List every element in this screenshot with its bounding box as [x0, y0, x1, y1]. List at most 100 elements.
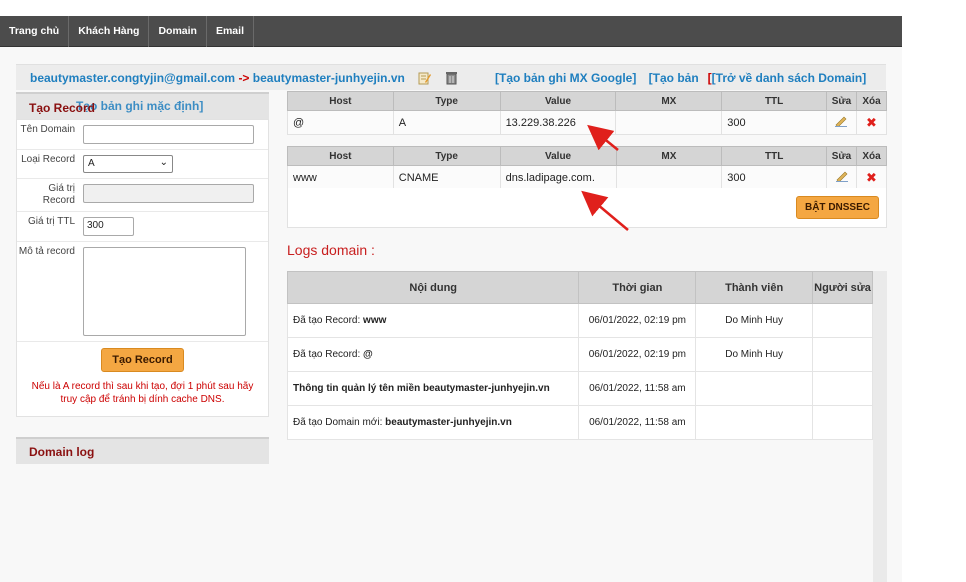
record-ttl: 300: [721, 110, 827, 135]
create-record-title: Tạo Record: [29, 101, 96, 115]
record-type-value: A: [88, 158, 95, 169]
col-type: Type: [392, 91, 501, 111]
domain-actions: [Tạo bản ghi MX Google] [Tạo bản [[Trở về…: [495, 71, 866, 85]
log-editor: [812, 337, 873, 372]
log-bold: Thông tin quản lý tên miền beautymaster-…: [293, 383, 550, 394]
log-time: 06/01/2022, 02:19 pm: [578, 303, 697, 338]
logs-title: Logs domain :: [287, 242, 375, 258]
table-row: www CNAME dns.ladipage.com. 300 ✖: [287, 165, 887, 190]
record-mx: [615, 110, 723, 135]
pencil-icon[interactable]: [834, 115, 848, 127]
record-type: CNAME: [392, 165, 501, 190]
col-mx: MX: [615, 146, 723, 166]
domain-name-input[interactable]: [83, 125, 254, 144]
domain-name-label: Tên Domain: [20, 124, 75, 135]
back-to-domain-list-link[interactable]: [Trở về danh sách Domain: [712, 71, 863, 85]
record-ttl: 300: [721, 165, 828, 190]
log-member: Do Minh Huy: [695, 303, 814, 338]
table-row: Đã tạo Record: @ 06/01/2022, 02:19 pm Do…: [286, 337, 873, 372]
row-record-value: Giá trị Record: [17, 179, 268, 212]
delete-cell: ✖: [856, 165, 887, 190]
record-value-input[interactable]: [83, 184, 254, 203]
log-content: Đã tạo Domain mới: beautymaster-junhyeji…: [286, 405, 580, 440]
logs-scrollbar[interactable]: [873, 271, 887, 582]
domain-log-header[interactable]: Domain log: [16, 437, 269, 464]
enable-dnssec-button[interactable]: BẬT DNSSEC: [795, 196, 879, 219]
log-bold: www: [363, 315, 387, 326]
back-link-close: ]: [862, 71, 867, 85]
edit-cell: [826, 110, 857, 135]
col-ttl: TTL: [721, 91, 827, 111]
delete-x-icon[interactable]: ✖: [866, 115, 877, 130]
col-value: Value: [499, 146, 617, 166]
row-domain-name: Tên Domain: [17, 120, 268, 150]
log-prefix: Đã tạo Domain mới:: [293, 417, 386, 428]
row-ttl: Giá trị TTL 300: [17, 212, 268, 242]
domain-header-bar: beautymaster.congtyjin@gmail.com -> beau…: [16, 64, 886, 90]
col-mx: MX: [615, 91, 723, 111]
record-host: @: [287, 110, 394, 135]
log-prefix: Đã tạo Record:: [293, 315, 364, 326]
breadcrumb-arrow: ->: [238, 71, 250, 85]
col-ttl: TTL: [721, 146, 828, 166]
col-delete: Xóa: [855, 91, 888, 111]
overlap-link[interactable]: Tạo bản ghi mặc định]: [76, 99, 203, 113]
create-record-header: Tạo bản ghi mặc định] Tạo Record: [16, 92, 269, 119]
log-editor: [812, 405, 873, 440]
ttl-input[interactable]: 300: [83, 217, 134, 236]
record-mx: [615, 165, 723, 190]
col-type: Type: [392, 146, 501, 166]
log-member: Do Minh Huy: [695, 337, 814, 372]
domain-name: beautymaster-junhyejin.vn: [252, 71, 405, 85]
row-record-type: Loại Record A ⌄: [17, 150, 268, 179]
col-member: Thành viên: [695, 271, 814, 304]
record-table-2: Host Type Value MX TTL Sửa Xóa www CNAME…: [287, 146, 887, 190]
table-row: Đã tạo Record: www 06/01/2022, 02:19 pm …: [286, 303, 873, 338]
trash-icon[interactable]: [445, 71, 458, 85]
top-strip: [0, 0, 902, 16]
table-row: @ A 13.229.38.226 300 ✖: [287, 110, 888, 135]
record-type-label: Loại Record: [21, 154, 75, 165]
col-host: Host: [287, 146, 394, 166]
col-delete: Xóa: [856, 146, 887, 166]
delete-x-icon[interactable]: ✖: [866, 170, 877, 185]
log-content: Đã tạo Record: @: [286, 337, 580, 372]
record-table-1: Host Type Value MX TTL Sửa Xóa @ A 13.22…: [287, 91, 888, 135]
log-time: 06/01/2022, 11:58 am: [578, 371, 697, 406]
row-description: Mô tả record: [17, 242, 268, 342]
table-row: Thông tin quản lý tên miền beautymaster-…: [286, 371, 873, 406]
record-type-select[interactable]: A ⌄: [83, 155, 173, 173]
log-content: Thông tin quản lý tên miền beautymaster-…: [286, 371, 580, 406]
delete-cell: ✖: [855, 110, 888, 135]
nav-item-domain[interactable]: Domain: [149, 16, 207, 47]
nav-item-khach-hang[interactable]: Khách Hàng: [69, 16, 150, 47]
col-edit: Sửa: [826, 146, 857, 166]
edit-cell: [826, 165, 857, 190]
log-member: [695, 371, 814, 406]
pencil-icon[interactable]: [835, 170, 849, 182]
log-time: 06/01/2022, 02:19 pm: [578, 337, 697, 372]
nav-item-trang-chu[interactable]: Trang chủ: [0, 16, 70, 47]
record-value-label: Giá trị Record: [42, 183, 75, 206]
nav-item-email[interactable]: Email: [207, 16, 254, 47]
create-record-form: Tên Domain Loại Record A ⌄ Giá trị Recor…: [16, 119, 269, 417]
edit-icon[interactable]: [418, 71, 432, 85]
record-value: dns.ladipage.com.: [499, 165, 617, 190]
log-editor: [812, 371, 873, 406]
description-textarea[interactable]: [83, 247, 246, 336]
col-host: Host: [287, 91, 394, 111]
chevron-down-icon: ⌄: [159, 157, 168, 168]
create-record-button[interactable]: Tạo Record: [101, 348, 184, 372]
record-type: A: [392, 110, 501, 135]
customer-email[interactable]: beautymaster.congtyjin@gmail.com: [30, 71, 235, 85]
col-editor: Người sửa: [812, 271, 873, 304]
right-background: [902, 0, 966, 582]
create-mx-google-link[interactable]: [Tạo bản ghi MX Google]: [495, 71, 636, 85]
record-value: 13.229.38.226: [499, 110, 617, 135]
main-content: beautymaster.congtyjin@gmail.com -> beau…: [0, 47, 902, 582]
col-time: Thời gian: [578, 271, 697, 304]
dnssec-bar: BẬT DNSSEC: [287, 188, 887, 228]
top-navbar: Trang chủ Khách Hàng Domain Email: [0, 16, 902, 47]
create-record-link[interactable]: [Tạo bản: [649, 71, 699, 85]
log-time: 06/01/2022, 11:58 am: [578, 405, 697, 440]
